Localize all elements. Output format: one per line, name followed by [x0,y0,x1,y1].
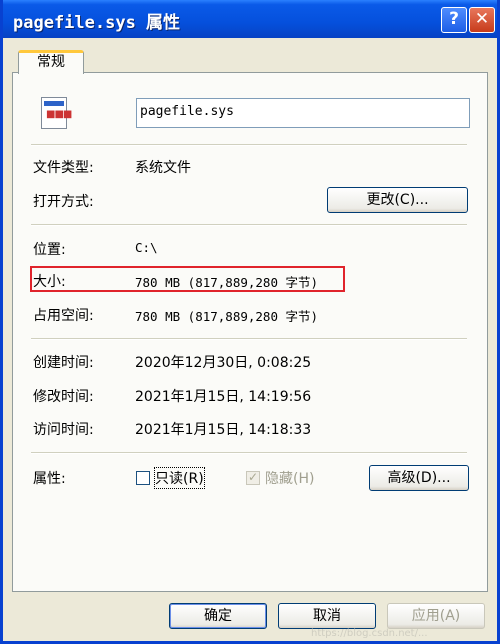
readonly-checkbox[interactable] [136,471,150,485]
created-label: 创建时间: [33,355,94,371]
general-tab-panel [12,72,488,592]
divider [31,452,467,454]
advanced-button[interactable]: 高级(D)... [369,465,469,491]
location-value: C:\ [135,240,158,255]
divider [31,224,467,226]
properties-dialog: pagefile.sys 属性 ? ✕ 常规 ■■■ pagefile.sys … [0,0,500,644]
readonly-label[interactable]: 只读(R) [154,467,205,489]
created-value: 2020年12月30日, 0:08:25 [135,355,312,371]
system-file-icon: ■■■ [41,97,72,129]
size-value: 780 MB (817,889,280 字节) [135,275,319,290]
apply-button[interactable]: 应用(A) [387,603,485,629]
filename-input[interactable]: pagefile.sys [136,98,470,128]
divider [31,338,467,340]
hidden-label[interactable]: 隐藏(H) [265,468,314,488]
change-button[interactable]: 更改(C)... [327,187,468,213]
modified-label: 修改时间: [33,389,94,405]
size-on-disk-label: 占用空间: [33,308,94,324]
title-bar[interactable]: pagefile.sys 属性 ? ✕ [3,0,497,38]
ok-button[interactable]: 确定 [169,603,267,629]
help-button[interactable]: ? [441,7,467,33]
divider [31,144,467,146]
size-label: 大小: [33,274,66,290]
hidden-checkbox[interactable]: ✓ [246,471,260,485]
tab-general[interactable]: 常规 [18,50,84,74]
cancel-button[interactable]: 取消 [278,603,376,629]
file-type-label: 文件类型: [33,160,94,176]
attributes-label: 属性: [33,471,66,487]
accessed-label: 访问时间: [33,422,94,438]
location-label: 位置: [33,242,66,258]
close-button[interactable]: ✕ [469,7,495,33]
size-on-disk-value: 780 MB (817,889,280 字节) [135,309,319,324]
accessed-value: 2021年1月15日, 14:18:33 [135,422,312,438]
window-title: pagefile.sys 属性 [13,13,181,33]
watermark-text: https://blog.csdn.net/... [311,628,428,639]
file-type-value: 系统文件 [135,160,191,176]
modified-value: 2021年1月15日, 14:19:56 [135,389,312,405]
open-with-label: 打开方式: [33,194,94,210]
